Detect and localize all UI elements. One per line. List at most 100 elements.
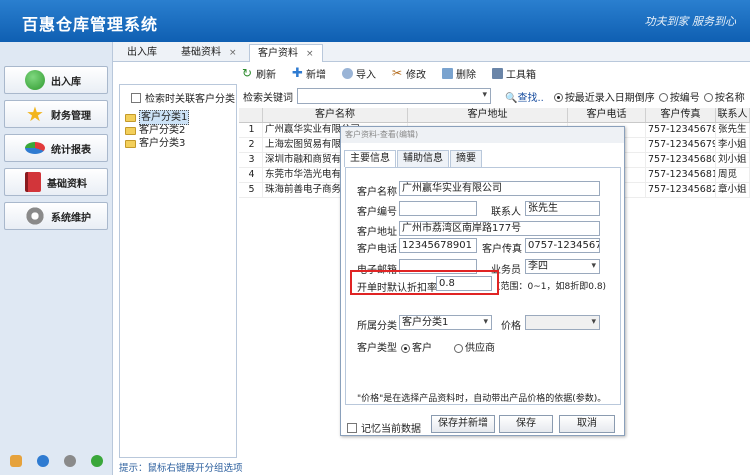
price-note: "价格"是在选择产品资料时，自动带出产品价格的依据(参数)。 xyxy=(357,394,607,404)
radio[interactable] xyxy=(703,93,713,102)
tab-customer[interactable]: 客户资料 × xyxy=(249,44,323,62)
delete-button[interactable]: 删除 xyxy=(442,66,476,81)
save-and-new-button[interactable]: 保存并新增 xyxy=(431,415,495,433)
plus-icon: ✚ xyxy=(292,65,303,81)
radio[interactable] xyxy=(658,93,668,102)
address-field[interactable]: 广州市荔湾区南岸路177号 xyxy=(399,221,600,236)
tree-item[interactable]: 客户分类1 xyxy=(125,110,190,125)
folder-icon xyxy=(125,139,136,148)
column-header[interactable]: 联系人 xyxy=(716,108,750,122)
contact-field[interactable]: 张先生 xyxy=(525,201,600,216)
radio-label: 按最近录入日期倒序 xyxy=(564,92,655,104)
close-icon[interactable]: × xyxy=(306,49,314,59)
type-radio-customer[interactable]: 客户 xyxy=(401,339,432,354)
tree-item-label: 客户分类1 xyxy=(139,110,190,125)
category-select[interactable]: 客户分类1 xyxy=(399,315,492,330)
table-cell: 李小姐 xyxy=(716,138,750,152)
sort-radio-code[interactable]: 按编号 xyxy=(658,89,700,104)
search-icon: 🔍 xyxy=(505,92,518,104)
import-button[interactable]: 导入 xyxy=(342,66,376,81)
checkbox[interactable] xyxy=(131,92,141,103)
check-circle-icon xyxy=(25,70,45,90)
sidebar-item-label: 财务管理 xyxy=(51,110,91,122)
remember-checkbox[interactable]: 记忆当前数据 xyxy=(347,420,421,435)
table-cell: 刘小姐 xyxy=(716,153,750,167)
tab-inout[interactable]: 出入库 xyxy=(119,44,165,62)
column-header[interactable]: 客户名称 xyxy=(263,108,408,122)
sidebar: 出入库 ★ 财务管理 统计报表 基础资料 系统维护 xyxy=(0,42,113,475)
tab-label: 基础资料 xyxy=(181,47,221,58)
search-linked-checkbox[interactable]: 检索时关联客户分类 xyxy=(131,90,235,105)
sidebar-item-system[interactable]: 系统维护 xyxy=(4,202,108,230)
close-icon[interactable]: × xyxy=(229,48,237,58)
highlight-box xyxy=(350,270,499,295)
app-title: 百惠仓库管理系统 xyxy=(22,15,159,34)
phone-field[interactable]: 12345678901 xyxy=(399,238,477,253)
radio-label: 供应商 xyxy=(465,343,495,354)
column-header[interactable] xyxy=(239,108,263,122)
column-header[interactable]: 客户传真 xyxy=(646,108,716,122)
delete-label: 删除 xyxy=(456,69,476,81)
type-label: 客户类型 xyxy=(357,343,397,354)
sidebar-item-finance[interactable]: ★ 财务管理 xyxy=(4,100,108,128)
fax-field[interactable]: 0757-12345678 xyxy=(525,238,600,253)
table-cell: 1 xyxy=(239,123,263,137)
checkbox[interactable] xyxy=(347,422,357,433)
tree-item[interactable]: 客户分类2 xyxy=(125,124,189,137)
checkbox-label: 记忆当前数据 xyxy=(361,424,421,435)
sidebar-item-basic-data[interactable]: 基础资料 xyxy=(4,168,108,196)
column-header[interactable]: 客户电话 xyxy=(568,108,646,122)
dialog-tabs: 主要信息 辅助信息 摘要 xyxy=(344,150,483,167)
sort-radio-name[interactable]: 按名称 xyxy=(703,89,745,104)
edit-button[interactable]: ✂ 修改 xyxy=(392,66,426,81)
refresh-button[interactable]: ↻ 刷新 xyxy=(242,66,276,81)
tab-basic-data[interactable]: 基础资料 × xyxy=(173,44,245,62)
cancel-button[interactable]: 取消 xyxy=(559,415,615,433)
phone-label: 客户电话 xyxy=(357,244,397,255)
save-button[interactable]: 保存 xyxy=(499,415,553,433)
discount-hint: (范围：0~1，如8折即0.8) xyxy=(497,282,607,292)
book-icon xyxy=(25,172,41,192)
sidebar-item-label: 统计报表 xyxy=(51,144,91,156)
refresh-label: 刷新 xyxy=(256,69,276,81)
search-input[interactable] xyxy=(297,88,491,104)
type-radio-supplier[interactable]: 供应商 xyxy=(454,339,495,354)
name-field[interactable]: 广州赢华实业有限公司 xyxy=(399,181,600,196)
pie-chart-icon xyxy=(25,142,45,154)
radio[interactable] xyxy=(454,343,463,353)
salesman-select[interactable]: 李四 xyxy=(525,259,600,274)
sort-radio-recent[interactable]: 按最近录入日期倒序 xyxy=(553,89,655,104)
table-cell: 章小姐 xyxy=(716,183,750,197)
tab-aux-info[interactable]: 辅助信息 xyxy=(397,150,449,167)
category-tree: 客户分类1 客户分类2 客户分类3 xyxy=(125,110,190,150)
tree-item[interactable]: 客户分类3 xyxy=(125,137,189,150)
category-label: 所属分类 xyxy=(357,321,397,332)
radio-label: 按名称 xyxy=(714,92,745,104)
sidebar-item-reports[interactable]: 统计报表 xyxy=(4,134,108,162)
tools-edit-icon: ✂ xyxy=(392,65,403,80)
radio-label: 按编号 xyxy=(669,92,700,104)
contact-label: 联系人 xyxy=(491,207,521,218)
column-header[interactable]: 客户地址 xyxy=(408,108,568,122)
table-cell: 757-12345680 xyxy=(648,153,716,167)
price-select[interactable] xyxy=(525,315,600,330)
refresh-icon[interactable] xyxy=(91,455,103,467)
find-button[interactable]: 🔍查找.. xyxy=(505,89,544,104)
info-icon[interactable] xyxy=(64,455,76,467)
add-button[interactable]: ✚ 新增 xyxy=(292,66,326,81)
tree-item-label: 客户分类3 xyxy=(139,138,186,149)
help-icon[interactable] xyxy=(37,455,49,467)
tab-main-info[interactable]: 主要信息 xyxy=(344,150,396,167)
tab-summary[interactable]: 摘要 xyxy=(450,150,482,167)
sidebar-footer xyxy=(10,455,103,467)
sidebar-item-inout[interactable]: 出入库 xyxy=(4,66,108,94)
radio[interactable] xyxy=(401,343,410,353)
toolbox-icon xyxy=(492,67,503,79)
code-field[interactable] xyxy=(399,201,477,216)
radio[interactable] xyxy=(553,93,563,102)
fax-label: 客户传真 xyxy=(482,244,522,255)
lock-icon[interactable] xyxy=(10,455,22,467)
table-cell: 757-12345679 xyxy=(648,138,716,152)
gear-icon xyxy=(25,206,45,226)
toolbox-button[interactable]: 工具箱 xyxy=(492,66,536,81)
